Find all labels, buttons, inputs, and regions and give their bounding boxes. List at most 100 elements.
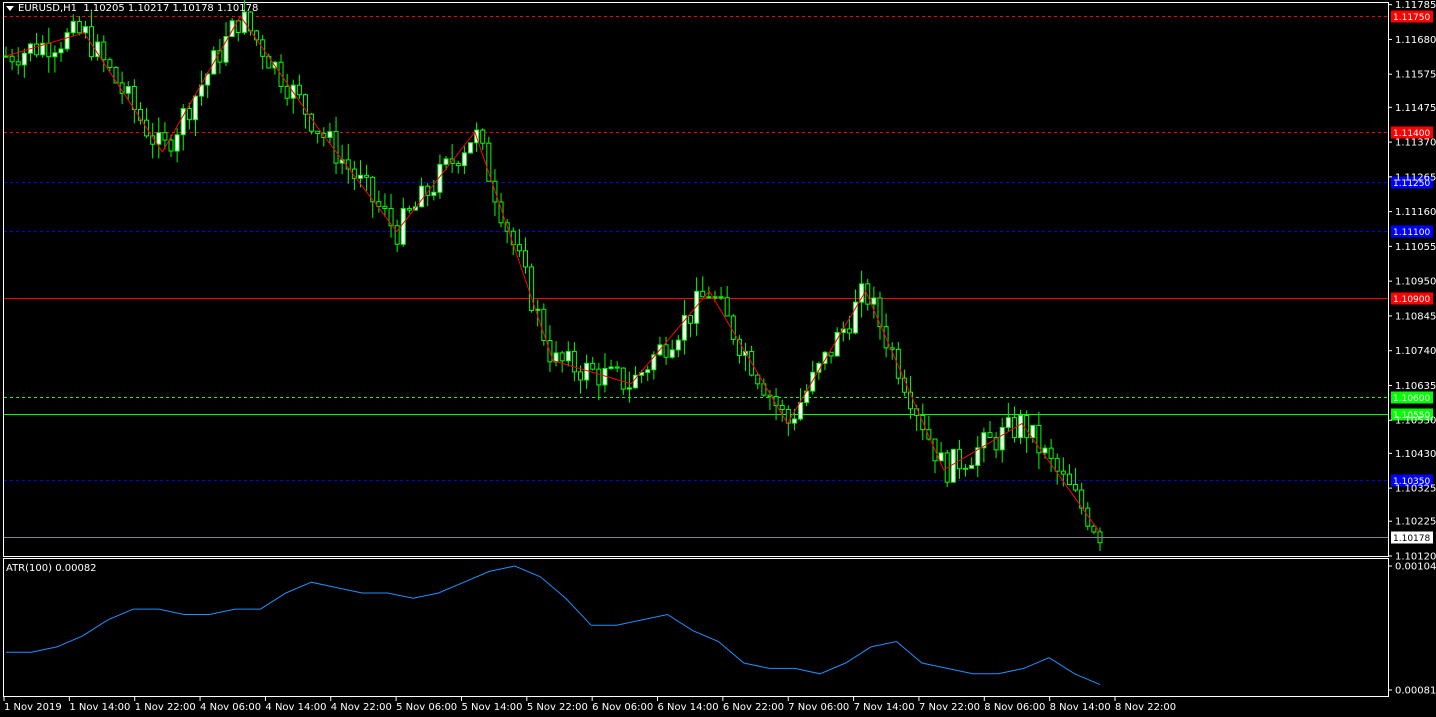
candle-body: [846, 328, 852, 334]
time-tick-label: 8 Nov 22:00: [1115, 702, 1176, 713]
atr-tick-label: 0.00104: [1395, 562, 1436, 573]
candle-body: [730, 315, 736, 340]
ohlc-values: 1.10205 1.10217 1.10178 1.10178: [83, 3, 259, 14]
candle-body: [3, 55, 9, 58]
price-tick-label: 1.11160: [1395, 207, 1436, 218]
candle-body: [192, 95, 198, 121]
candle-body: [590, 362, 596, 370]
price-tick-label: 1.10530: [1395, 416, 1436, 427]
candle-body: [1030, 424, 1036, 439]
candle-body: [21, 52, 27, 66]
candle-body: [516, 244, 522, 252]
price-tick-label: 1.11265: [1395, 172, 1436, 183]
candle-body: [107, 59, 113, 69]
candle-body: [669, 349, 675, 358]
price-tick-label: 1.10430: [1395, 449, 1436, 460]
candle-body: [950, 448, 956, 483]
candle-body: [877, 297, 883, 328]
candle-body: [1005, 417, 1011, 428]
time-tick-label: 4 Nov 22:00: [331, 702, 392, 713]
candle-body: [9, 55, 15, 63]
chart-canvas[interactable]: 1.117501.114001.112501.111001.109001.106…: [0, 0, 1436, 717]
time-tick-label: 7 Nov 06:00: [788, 702, 849, 713]
candle-body: [798, 402, 804, 420]
candle-body: [608, 366, 614, 369]
price-tick-label: 1.10845: [1395, 311, 1436, 322]
candle-body: [926, 429, 932, 440]
candle-body: [156, 132, 162, 145]
candle-body: [382, 205, 388, 210]
atr-label: ATR(100) 0.00082: [6, 563, 97, 574]
candle-body: [284, 85, 290, 99]
candle-body: [541, 308, 547, 341]
candle-body: [1048, 447, 1054, 459]
candle-body: [614, 366, 620, 369]
symbol-menu-icon[interactable]: [6, 5, 14, 11]
candle-body: [700, 290, 706, 298]
horizontal-levels[interactable]: 1.117501.114001.112501.111001.109001.106…: [4, 10, 1433, 488]
level-price-label: 1.11100: [1393, 228, 1430, 238]
time-axis[interactable]: 1 Nov 2019 1 Nov 14:00 1 Nov 22:00 4 Nov 06…: [3, 697, 1176, 713]
candlesticks: [3, 0, 1103, 551]
price-tick-label: 1.10325: [1395, 484, 1436, 495]
candle-body: [70, 21, 76, 34]
candle-body: [461, 152, 467, 167]
candle-body: [578, 371, 584, 381]
candle-body: [522, 250, 528, 268]
candle-body: [443, 158, 449, 165]
candle-body: [871, 297, 877, 305]
candle-body: [529, 266, 535, 311]
candle-body: [82, 26, 88, 34]
candle-body: [999, 426, 1005, 451]
time-tick-label: 4 Nov 14:00: [265, 702, 326, 713]
price-pane-frame: [3, 2, 1389, 557]
time-tick-label: 8 Nov 14:00: [1050, 702, 1111, 713]
candle-body: [58, 48, 64, 54]
candle-body: [364, 174, 370, 178]
candle-body: [125, 86, 131, 94]
candle-body: [791, 418, 797, 424]
candle-body: [565, 350, 571, 362]
candle-body: [419, 185, 425, 208]
candle-body: [645, 369, 651, 373]
candle-body: [1024, 414, 1030, 439]
candle-body: [162, 132, 168, 141]
candle-body: [535, 308, 541, 311]
candle-body: [571, 350, 577, 373]
candle-body: [431, 191, 437, 196]
level-price-label: 1.10600: [1393, 394, 1430, 404]
candle-body: [327, 131, 333, 139]
candle-body: [266, 55, 272, 69]
time-tick-label: 1 Nov 2019: [4, 702, 62, 713]
candle-body: [1042, 447, 1048, 454]
price-tick-label: 1.10950: [1395, 277, 1436, 288]
candle-body: [1018, 414, 1024, 439]
atr-axis: 0.00104 0.00081: [1388, 562, 1436, 697]
candle-body: [987, 432, 993, 439]
candle-body: [510, 230, 516, 246]
time-tick-label: 6 Nov 22:00: [723, 702, 784, 713]
candle-body: [963, 467, 969, 470]
candle-body: [388, 208, 394, 227]
price-tick-label: 1.11680: [1395, 35, 1436, 46]
candle-body: [333, 131, 339, 164]
candle-body: [357, 174, 363, 179]
candle-body: [455, 162, 461, 167]
time-tick-label: 7 Nov 14:00: [854, 702, 915, 713]
candle-body: [101, 41, 107, 61]
candle-body: [174, 134, 180, 152]
current-price-label: 1.10178: [1393, 534, 1430, 544]
candle-body: [718, 296, 724, 299]
candle-body: [46, 42, 52, 58]
zigzag-indicator: 1.10178: [4, 15, 1433, 544]
candle-body: [76, 21, 82, 34]
candle-body: [254, 30, 260, 41]
candle-body: [553, 352, 559, 363]
time-tick-label: 7 Nov 22:00: [919, 702, 980, 713]
candle-body: [1066, 473, 1072, 486]
candle-body: [584, 362, 590, 381]
candle-body: [34, 43, 40, 56]
price-tick-label: 1.10225: [1395, 517, 1436, 528]
candle-body: [406, 208, 412, 211]
candle-body: [675, 339, 681, 351]
